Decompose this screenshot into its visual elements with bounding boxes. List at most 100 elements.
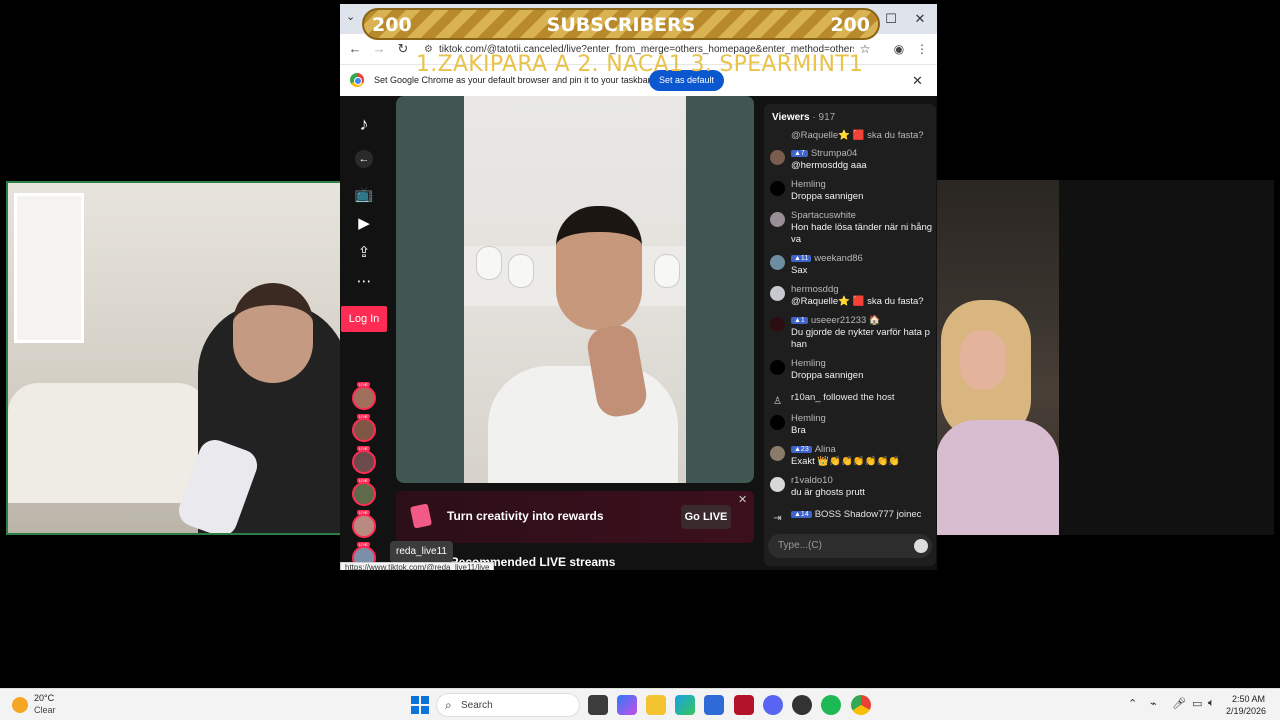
chat-username[interactable]: ▲11 weekand86 xyxy=(791,253,863,264)
live-avatar[interactable]: LIVE xyxy=(352,510,376,538)
back-icon[interactable]: ← xyxy=(346,40,364,58)
live-avatar[interactable]: LIVE xyxy=(352,446,376,474)
upload-icon[interactable]: ⇪ xyxy=(354,243,374,263)
weather-temperature[interactable]: 20°C xyxy=(34,693,54,703)
volume-icon[interactable]: 🔈︎ xyxy=(1208,697,1215,710)
chat-username[interactable]: r1valdo10 xyxy=(791,475,833,486)
chat-text: Droppa sannigen xyxy=(791,370,864,381)
spotify-icon[interactable] xyxy=(821,695,841,715)
network-icon[interactable]: ⌁ xyxy=(1150,697,1157,710)
menu-kebab-icon[interactable]: ⋮ xyxy=(913,40,931,58)
tiktok-logo-icon[interactable]: ♪ xyxy=(354,114,374,134)
emoji-icon[interactable] xyxy=(914,539,928,553)
user-avatar[interactable] xyxy=(770,317,785,332)
streamer-webcam xyxy=(6,181,342,535)
username-text: Strumpa04 xyxy=(810,148,858,159)
clock-date[interactable]: 2/19/2026 xyxy=(1226,706,1266,716)
chat-username[interactable]: Hemling xyxy=(791,413,826,424)
guest-face xyxy=(960,330,1006,390)
start-button[interactable] xyxy=(411,696,429,714)
join-event-user: BOSS Shadow777 joinec xyxy=(814,509,922,520)
chat-username[interactable]: Spartacuswhite xyxy=(791,210,856,221)
obs-icon[interactable] xyxy=(792,695,812,715)
live-video-container[interactable] xyxy=(396,96,754,483)
user-avatar[interactable] xyxy=(770,360,785,375)
task-view-icon[interactable] xyxy=(588,695,608,715)
user-avatar[interactable] xyxy=(770,255,785,270)
gift-icon xyxy=(409,503,433,529)
subscriber-goal-banner: 200 SUBSCRIBERS 200 xyxy=(362,8,880,40)
chrome-taskbar-icon[interactable] xyxy=(851,695,871,715)
level-badge: ▲11 xyxy=(791,255,812,262)
discord-icon[interactable] xyxy=(763,695,783,715)
search-label: Search xyxy=(461,700,493,711)
user-avatar[interactable] xyxy=(770,181,785,196)
maximize-icon[interactable]: ☐ xyxy=(880,8,902,30)
username-text: useeer21233 🏠 xyxy=(810,315,881,326)
teapot xyxy=(508,254,534,288)
user-avatar[interactable] xyxy=(770,150,785,165)
store-icon[interactable] xyxy=(704,695,724,715)
avatar-tooltip: reda_live11 xyxy=(390,541,453,563)
chat-input[interactable]: Type...(C) xyxy=(768,534,932,558)
more-dots-icon[interactable]: ⋯ xyxy=(354,272,374,292)
chat-username[interactable]: @Raquelle⭐ 🟥 ska du fasta? xyxy=(791,130,924,141)
chat-text: Exakt 👑👏👏👏👏👏👏 xyxy=(791,456,901,467)
chat-username[interactable]: Hemling xyxy=(791,358,826,369)
viewers-label: Viewers xyxy=(772,112,810,123)
chat-text: Droppa sannigen xyxy=(791,191,864,202)
user-avatar[interactable] xyxy=(770,477,785,492)
viewers-header[interactable]: Viewers · 917 xyxy=(772,112,835,123)
close-infobar-icon[interactable]: ✕ xyxy=(912,73,923,89)
streamer-head xyxy=(233,283,313,383)
live-avatar[interactable]: LIVE xyxy=(352,382,376,410)
tab-search-icon[interactable]: ⌄ xyxy=(346,10,362,26)
profile-icon[interactable]: ◉ xyxy=(890,40,908,58)
go-live-button[interactable]: Go LIVE xyxy=(681,505,731,529)
link-status-url: https://www.tiktok.com/@reda_live11/live xyxy=(340,562,495,570)
chat-username[interactable]: ▲23 Alina xyxy=(791,444,836,455)
close-promo-icon[interactable]: ✕ xyxy=(738,493,747,506)
taskbar-search[interactable]: ⌕ Search xyxy=(436,693,580,717)
video-camera-icon[interactable]: ▶ xyxy=(354,214,374,234)
file-explorer-icon[interactable] xyxy=(646,695,666,715)
chat-username[interactable]: ▲7 Strumpa04 xyxy=(791,148,857,159)
forward-icon[interactable]: → xyxy=(370,40,388,58)
user-avatar[interactable] xyxy=(770,446,785,461)
screen: ⌄ — ☐ ✕ ← → ↻ ⚙tiktok.com/@tatotii.cance… xyxy=(0,0,1280,720)
subscriber-count-right: 200 xyxy=(830,14,870,36)
chat-text: Bra xyxy=(791,425,806,436)
login-button[interactable]: Log In xyxy=(341,306,387,332)
chat-input-placeholder: Type...(C) xyxy=(778,540,822,551)
back-arrow-icon[interactable]: ← xyxy=(355,150,373,168)
live-avatar[interactable]: LIVE xyxy=(352,414,376,442)
chat-username[interactable]: hermosddg xyxy=(791,284,839,295)
weather-condition[interactable]: Clear xyxy=(34,705,56,715)
live-tv-icon[interactable]: 📺 xyxy=(354,185,374,205)
weather-moon-icon[interactable] xyxy=(12,697,28,713)
acrobat-icon[interactable] xyxy=(734,695,754,715)
chrome-logo-icon xyxy=(350,73,364,87)
user-avatar[interactable] xyxy=(770,286,785,301)
host-head xyxy=(556,206,642,330)
live-chat-panel: Viewers · 917 @Raquelle⭐ 🟥 ska du fasta?… xyxy=(764,104,936,566)
level-badge: ▲23 xyxy=(791,446,812,453)
copilot-icon[interactable] xyxy=(617,695,637,715)
clock-time[interactable]: 2:50 AM xyxy=(1232,694,1265,704)
close-window-icon[interactable]: ✕ xyxy=(909,8,931,30)
tiktok-sidebar: ♪ ← 📺 ▶ ⇪ ⋯ Log In LIVE LIVE LIVE LIVE L… xyxy=(340,96,388,570)
live-video[interactable] xyxy=(464,96,686,483)
display-icon[interactable]: ▭ xyxy=(1192,697,1202,710)
background-sofa xyxy=(8,383,208,503)
live-avatar[interactable]: LIVE xyxy=(352,478,376,506)
user-avatar[interactable] xyxy=(770,212,785,227)
edge-icon[interactable] xyxy=(675,695,695,715)
chat-username[interactable]: ▲1 useeer21233 🏠 xyxy=(791,315,881,326)
user-avatar[interactable] xyxy=(770,415,785,430)
tray-overflow-icon[interactable]: ⌃ xyxy=(1128,697,1137,710)
microphone-icon[interactable]: 🎤︎ xyxy=(1172,697,1186,710)
chat-username[interactable]: Hemling xyxy=(791,179,826,190)
teapot xyxy=(654,254,680,288)
join-event-text: ▲14 BOSS Shadow777 joinec xyxy=(791,509,921,520)
reload-icon[interactable]: ↻ xyxy=(394,40,412,58)
